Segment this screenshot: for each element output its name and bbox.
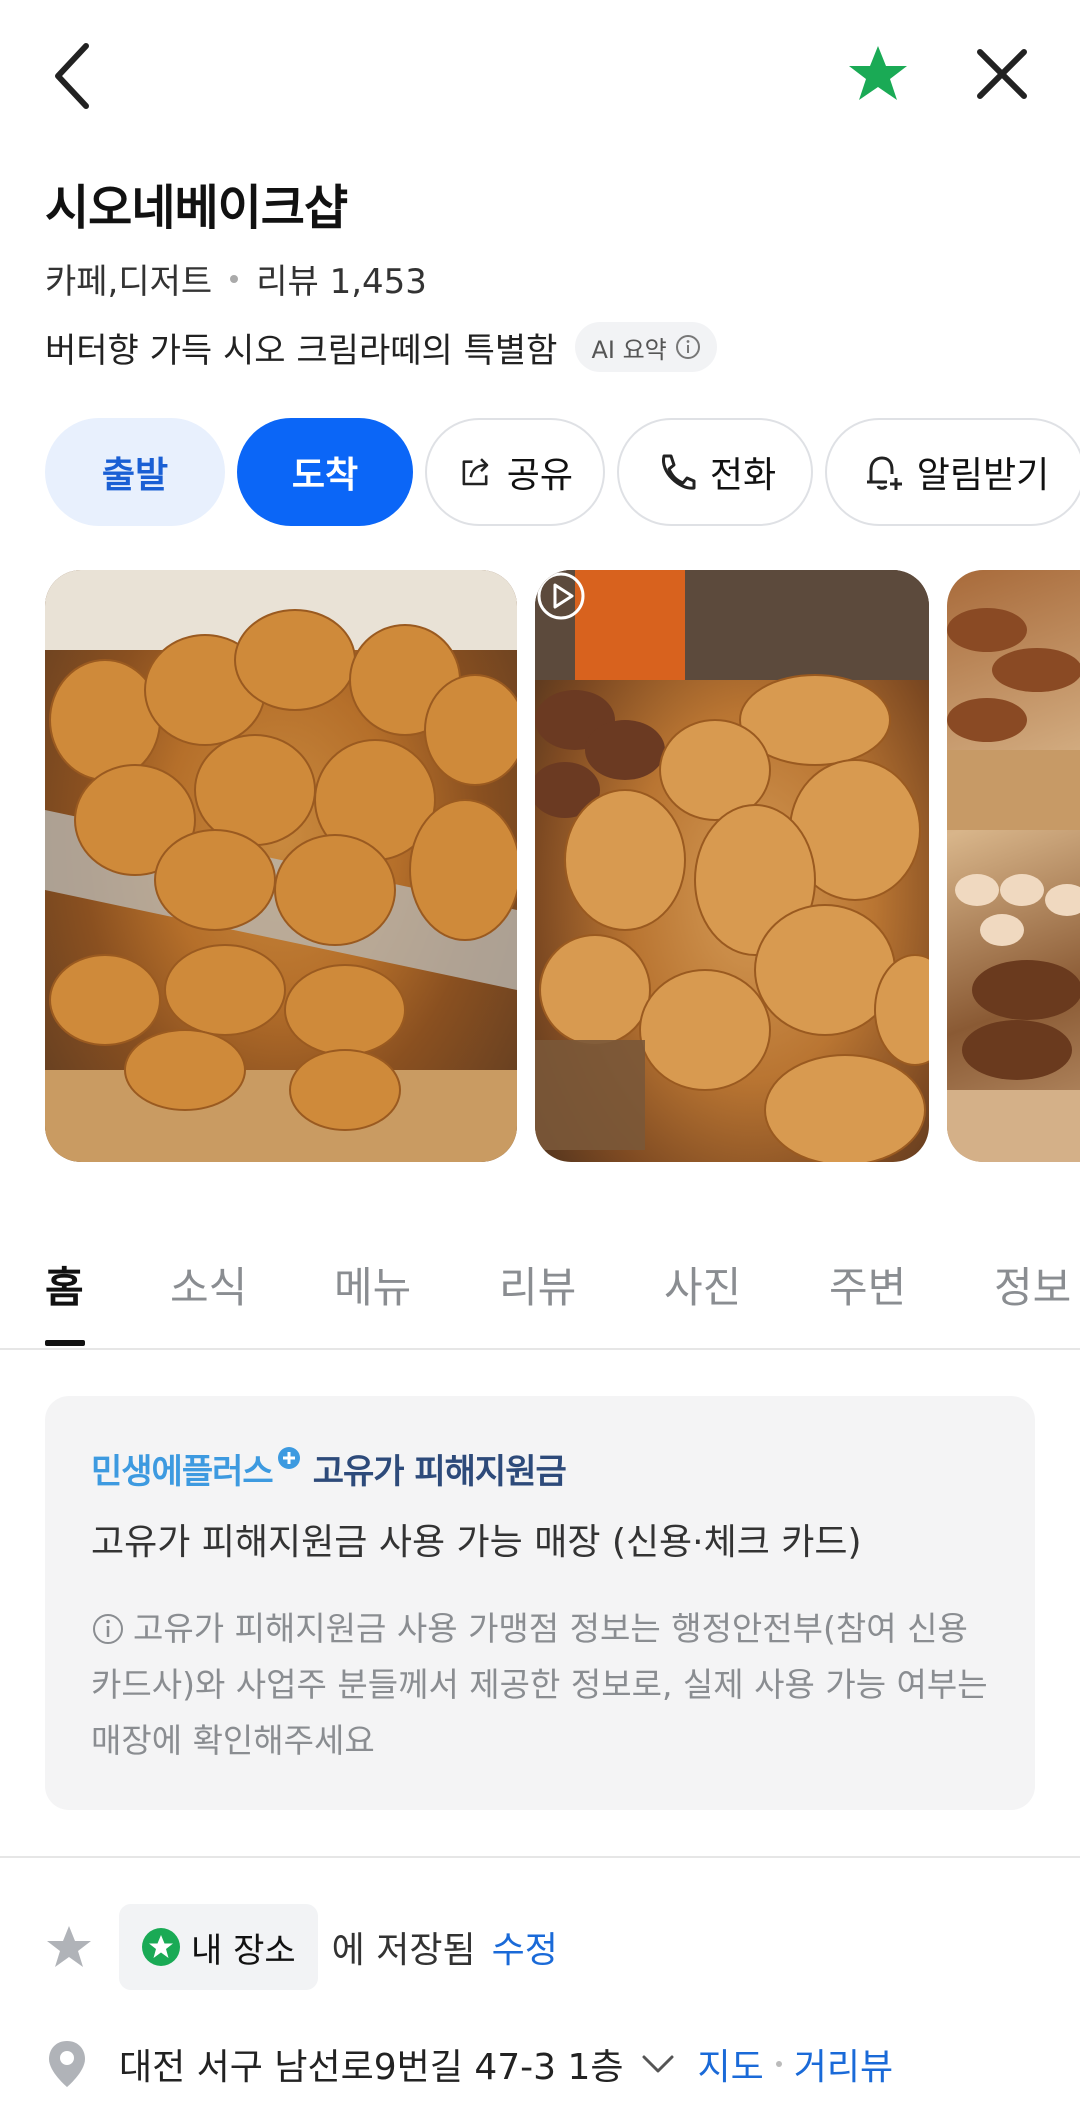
- subsidy-notice-card[interactable]: 민생에플러스 고유가 피해지원금 고유가 피해지원금 사용 가능 매장 (신용·…: [45, 1396, 1035, 1810]
- call-button[interactable]: 전화: [617, 418, 813, 526]
- bell-plus-icon: [866, 456, 902, 490]
- plus-circle-icon: [277, 1447, 300, 1469]
- bread-rolls-illustration: [45, 570, 517, 1162]
- info-icon: [675, 335, 700, 359]
- address-text[interactable]: 대전 서구 남선로9번길 47-3 1층: [119, 2038, 624, 2090]
- chevron-left-icon[interactable]: [44, 38, 104, 114]
- place-name: 시오네베이크샵: [45, 180, 348, 236]
- category-label: 카페,디저트: [45, 262, 213, 302]
- review-count[interactable]: 리뷰 1,453: [256, 254, 427, 303]
- map-link[interactable]: 지도: [698, 2038, 764, 2090]
- bread-photo-2[interactable]: [535, 570, 929, 1162]
- tab-home[interactable]: 홈: [45, 1254, 84, 1315]
- my-places-label: 내 장소: [191, 1930, 296, 1971]
- active-tab-indicator: [45, 1340, 85, 1346]
- tab-info[interactable]: 정보: [994, 1254, 1071, 1315]
- top-bar: [0, 0, 1080, 150]
- ai-summary-badge[interactable]: AI 요약: [575, 322, 717, 372]
- share-label: 공유: [506, 455, 573, 496]
- call-label: 전화: [709, 455, 777, 496]
- notice-brand: 민생에플러스 고유가 피해지원금: [91, 1444, 989, 1493]
- star-outline-icon: [47, 1926, 91, 1967]
- share-button[interactable]: 공유: [425, 418, 605, 526]
- edit-saved-link[interactable]: 수정: [492, 1921, 558, 1973]
- place-meta: 카페,디저트 리뷰 1,453: [45, 254, 427, 303]
- star-icon[interactable]: [846, 42, 910, 106]
- info-icon: [93, 1614, 123, 1644]
- bread-photo-1[interactable]: [45, 570, 517, 1162]
- tab-nearby[interactable]: 주변: [829, 1254, 906, 1315]
- saved-row: 내 장소 에 저장됨 수정: [45, 1904, 1045, 1990]
- photo-carousel[interactable]: [45, 570, 1080, 1162]
- brand-subtitle: 고유가 피해지원금: [312, 1452, 567, 1492]
- phone-icon: [661, 454, 696, 490]
- chevron-down-icon[interactable]: [640, 2049, 676, 2079]
- tab-reviews[interactable]: 리뷰: [499, 1254, 576, 1315]
- share-icon: [462, 458, 489, 486]
- my-places-chip[interactable]: 내 장소: [119, 1904, 318, 1990]
- ai-summary: 버터향 가득 시오 크림라떼의 특별함 AI 요약: [45, 322, 717, 372]
- tab-bar: 홈 소식 메뉴 리뷰 사진 주변 정보: [0, 1240, 1080, 1350]
- arrive-button[interactable]: 도착: [237, 418, 413, 526]
- notice-headline: 고유가 피해지원금 사용 가능 매장 (신용·체크 카드): [91, 1522, 862, 1563]
- action-buttons: 출발 도착 공유 전화 알림받기: [45, 418, 1080, 526]
- bread-rolls-illustration-2: [535, 570, 929, 1162]
- street-view-link[interactable]: 거리뷰: [794, 2038, 893, 2090]
- bread-photo-3[interactable]: [947, 570, 1080, 1162]
- tab-photos[interactable]: 사진: [664, 1254, 741, 1315]
- close-icon[interactable]: [972, 44, 1032, 104]
- notice-description: 고유가 피해지원금 사용 가맹점 정보는 행정안전부(참여 신용카드사)와 사업…: [91, 1601, 989, 1769]
- section-divider: [0, 1856, 1080, 1858]
- bakery-shelf-illustration: [947, 608, 1080, 1162]
- video-play-icon: [537, 572, 585, 620]
- brand-name: 민생에플러스: [91, 1452, 274, 1492]
- notify-label: 알림받기: [916, 455, 1050, 496]
- notify-button[interactable]: 알림받기: [825, 418, 1080, 526]
- green-star-badge-icon: [142, 1928, 180, 1966]
- separator-dot: [775, 2061, 782, 2067]
- notice-description-text: 고유가 피해지원금 사용 가맹점 정보는 행정안전부(참여 신용카드사)와 사업…: [91, 1609, 988, 1760]
- saved-status-text: 에 저장됨: [331, 1930, 476, 1971]
- summary-text: 버터향 가득 시오 크림라떼의 특별함: [45, 330, 558, 371]
- location-pin-icon: [49, 2041, 85, 2087]
- separator-dot: [230, 274, 239, 283]
- tab-news[interactable]: 소식: [170, 1254, 247, 1315]
- ai-badge-label: AI 요약: [591, 335, 667, 364]
- tab-menu[interactable]: 메뉴: [334, 1254, 411, 1315]
- address-row: 대전 서구 남선로9번길 47-3 1층 지도 거리뷰: [45, 2032, 1080, 2096]
- depart-button[interactable]: 출발: [45, 418, 225, 526]
